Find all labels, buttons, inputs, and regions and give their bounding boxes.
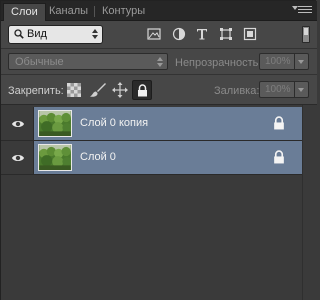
layers-panel: Слои Каналы Контуры Вид Обычные Непрозра… — [0, 0, 317, 300]
blend-row: Обычные Непрозрачность: 100% — [1, 49, 317, 75]
fill-field[interactable]: 100% — [259, 81, 309, 98]
smart-object-filter-icon[interactable] — [243, 27, 257, 41]
layer-row[interactable]: Слой 0 копия — [1, 107, 317, 141]
eye-icon — [12, 121, 24, 127]
blend-mode-select[interactable]: Обычные — [8, 53, 168, 70]
layer-thumbnail — [38, 110, 72, 137]
lock-row: Закрепить: Заливка: 100% — [1, 75, 317, 105]
shape-filter-icon[interactable] — [219, 27, 233, 41]
blend-mode-label: Обычные — [15, 56, 64, 68]
filter-kind-select[interactable]: Вид — [8, 25, 103, 44]
tab-channels[interactable]: Каналы — [42, 3, 96, 21]
fill-value: 100% — [265, 84, 291, 95]
tab-layers[interactable]: Слои — [3, 3, 46, 21]
layer-name: Слой 0 копия — [80, 117, 149, 129]
lock-all-button[interactable] — [132, 80, 152, 100]
filter-kind-label: Вид — [27, 28, 47, 40]
layer-thumbnail — [38, 144, 72, 171]
panel-menu-icon[interactable] — [292, 4, 312, 16]
opacity-field[interactable]: 100% — [259, 53, 309, 70]
type-filter-icon[interactable] — [195, 27, 209, 41]
search-icon — [14, 29, 24, 39]
move-icon[interactable] — [111, 81, 129, 99]
scrollbar[interactable] — [302, 105, 317, 300]
layer-row[interactable]: Слой 0 — [1, 141, 317, 175]
lock-icon — [138, 84, 147, 97]
image-filter-icon[interactable] — [147, 27, 161, 41]
brush-icon[interactable] — [89, 81, 107, 99]
filter-toggle-switch[interactable] — [302, 26, 310, 43]
layer-name: Слой 0 — [80, 151, 116, 163]
chevron-down-icon[interactable] — [294, 54, 308, 69]
lock-icon — [274, 150, 284, 164]
visibility-toggle[interactable] — [1, 107, 34, 141]
layers-list: Слой 0 копия Слой 0 — [1, 105, 317, 300]
chevron-updown-icon — [92, 29, 98, 40]
filter-row: Вид — [1, 21, 317, 49]
tab-paths[interactable]: Контуры — [95, 3, 152, 21]
layer-body[interactable]: Слой 0 — [34, 141, 302, 175]
adjustment-filter-icon[interactable] — [172, 27, 186, 41]
opacity-value: 100% — [265, 56, 291, 67]
chevron-updown-icon — [157, 57, 163, 68]
layer-body[interactable]: Слой 0 копия — [34, 107, 302, 141]
panel-tab-bar: Слои Каналы Контуры — [1, 1, 317, 21]
visibility-toggle[interactable] — [1, 141, 34, 175]
chevron-down-icon[interactable] — [294, 82, 308, 97]
fill-label: Заливка: — [214, 85, 260, 97]
lock-label: Закрепить: — [8, 85, 64, 97]
lock-transparent-pixels-icon[interactable] — [67, 83, 81, 97]
opacity-label: Непрозрачность: — [175, 57, 262, 69]
lock-icon — [274, 116, 284, 130]
eye-icon — [12, 155, 24, 161]
